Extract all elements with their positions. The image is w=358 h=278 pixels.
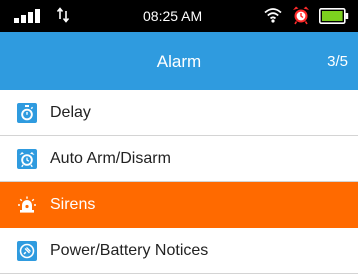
menu-list: Delay Auto Arm/Disarm Sirens Power/Batte…: [0, 90, 358, 274]
battery-icon: [319, 8, 349, 24]
stopwatch-icon: [17, 103, 37, 123]
signal-icon: [14, 9, 40, 23]
menu-item-label: Auto Arm/Disarm: [50, 150, 171, 167]
header-bar: Alarm 3/5: [0, 32, 358, 90]
menu-item-label: Power/Battery Notices: [50, 242, 209, 259]
alarm-clock-icon: [17, 149, 37, 169]
menu-item-sirens[interactable]: Sirens: [0, 182, 358, 228]
siren-icon: [17, 195, 37, 215]
page-title: Alarm: [156, 52, 202, 71]
wifi-icon: [264, 8, 282, 23]
menu-item-auto-arm-disarm[interactable]: Auto Arm/Disarm: [0, 136, 358, 182]
menu-item-label: Sirens: [50, 196, 96, 213]
data-arrows-icon: [57, 7, 69, 23]
alarm-clock-icon: [293, 6, 309, 25]
status-time: 08:25 AM: [143, 8, 203, 24]
status-bar: 08:25 AM: [0, 0, 358, 32]
menu-item-delay[interactable]: Delay: [0, 90, 358, 136]
menu-item-power-battery-notices[interactable]: Power/Battery Notices: [0, 228, 358, 274]
menu-item-label: Delay: [50, 104, 91, 121]
power-battery-icon: [17, 241, 37, 261]
page-indicator: 3/5: [327, 53, 348, 70]
